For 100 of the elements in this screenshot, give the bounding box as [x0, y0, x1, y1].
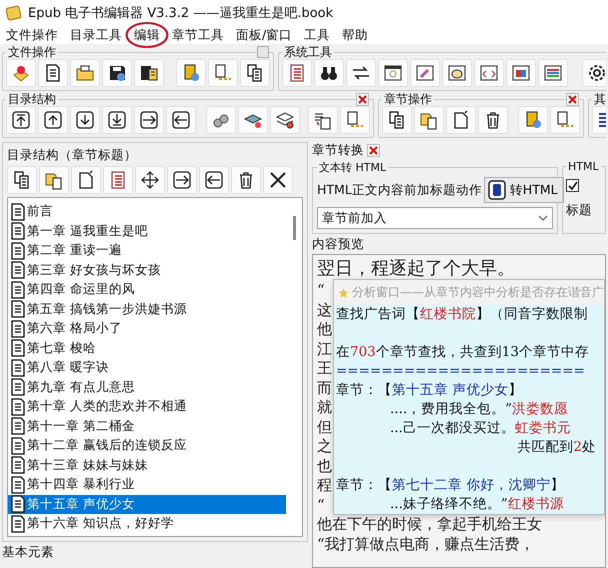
window-icon [511, 63, 531, 83]
code-window-button[interactable] [474, 59, 504, 87]
preview-text: 而 [317, 378, 332, 398]
new-page-button[interactable] [71, 166, 101, 194]
menu-item[interactable]: 帮助 [336, 26, 374, 44]
arrow-down-button[interactable] [70, 106, 100, 134]
result-text: ...妹子络绎不绝。”红楼书源 [389, 495, 565, 514]
toolbar-title: 其 [592, 93, 606, 106]
floppy-disk-button[interactable] [102, 59, 132, 87]
window-button[interactable] [506, 59, 536, 87]
code-window-icon [479, 63, 499, 83]
documents-button[interactable] [240, 59, 270, 87]
menu-item[interactable]: 工具 [298, 26, 336, 44]
list-document-button[interactable] [308, 106, 338, 134]
close-icon[interactable] [356, 93, 369, 106]
layers-button[interactable] [270, 106, 300, 134]
document-arrow-button[interactable] [550, 106, 580, 134]
result-text: 在703个章节查找，共查到13个章节中存 [336, 343, 590, 362]
group-title: 文本转 HTML [318, 160, 388, 175]
map-pin-button[interactable] [6, 59, 36, 87]
arrow-bottom-button[interactable] [102, 106, 132, 134]
menu-item[interactable]: 编辑 [128, 26, 166, 44]
chapter-item[interactable]: 第七章 梭哈 [8, 338, 286, 358]
chapter-item[interactable]: 第八章 暖字诀 [8, 358, 286, 378]
chapter-item[interactable]: 第一章 逼我重生是吧 [8, 222, 286, 241]
close-icon[interactable] [566, 93, 579, 106]
result-text: ...己一次都没买过。虹娄书元 [389, 419, 572, 438]
chapter-item[interactable]: 第二章 重读一遍 [8, 241, 286, 260]
folder-document-button[interactable] [414, 106, 444, 134]
chapter-item[interactable]: 第三章 好女孩与坏女孩 [8, 260, 286, 280]
documents-button[interactable] [7, 166, 37, 194]
scrollbar-thumb[interactable] [292, 216, 296, 240]
document-icon [10, 280, 26, 299]
window-title: 分析窗口——从章节内容中分析是否存在谐音广 [352, 284, 604, 301]
chapter-item[interactable]: 第十一章 第二桶金 [8, 416, 286, 436]
chapter-item[interactable]: 第十二章 赢钱后的连锁反应 [8, 436, 286, 456]
document-list-button[interactable] [103, 166, 133, 194]
document-list-button[interactable] [282, 59, 312, 87]
documents-button[interactable] [382, 106, 412, 134]
close-icon[interactable] [367, 144, 380, 156]
arrow-left-button[interactable] [166, 106, 196, 134]
checkmark-icon [568, 180, 578, 190]
field-label: 标题 [566, 202, 593, 218]
chapter-item[interactable]: 第十六章 知识点，好好学 [8, 514, 286, 534]
chapter-item[interactable]: 第十五章 声优少女 [8, 494, 286, 514]
new-page-button[interactable] [446, 106, 476, 134]
folder-button[interactable] [70, 59, 100, 87]
preview-text: 之 [317, 437, 332, 456]
chapter-item[interactable]: 第十四章 暴利行业 [8, 475, 286, 494]
swap-arrows-button[interactable] [346, 59, 376, 87]
preview-text: 但 [317, 418, 332, 437]
menu-item[interactable]: 目录工具 [64, 26, 128, 44]
arrow-left-icon [171, 110, 191, 130]
chapter-item[interactable]: 第四章 命运里的风 [8, 280, 286, 300]
settings-icon [587, 63, 606, 83]
trash-button[interactable] [231, 166, 261, 194]
preview-text: 他 [317, 320, 332, 340]
document-button[interactable] [38, 59, 68, 87]
arrow-up-button[interactable] [38, 106, 68, 134]
arrow-right-button[interactable] [134, 106, 164, 134]
chapter-item[interactable]: 第十三章 妹妹与妹妹 [8, 456, 286, 475]
layers-button[interactable] [238, 106, 268, 134]
arrow-right-button[interactable] [167, 166, 197, 194]
colored-lines-button[interactable] [538, 59, 568, 87]
panel-title: 目录结构（章节标题） [7, 147, 138, 163]
arrow-down-icon [75, 110, 95, 130]
document-icon [10, 456, 26, 474]
chapter-item[interactable]: 第九章 有点儿意思 [8, 378, 286, 397]
arrow-top-button[interactable] [6, 106, 36, 134]
checkbox[interactable] [566, 179, 579, 192]
chapter-item[interactable]: 第五章 搞钱第一步洪婕书源 [8, 300, 286, 319]
result-text: ====================== [336, 362, 586, 381]
chapter-item[interactable]: 前言 [8, 202, 286, 222]
document-arrow-button[interactable] [340, 106, 370, 134]
preview-text: “ [317, 496, 325, 515]
chapter-item[interactable]: 第六章 格局小了 [8, 319, 286, 338]
menu-item[interactable]: 文件操作 [0, 26, 64, 44]
folder-document-button[interactable] [39, 166, 69, 194]
toolbar-title: 目录结构 [6, 93, 58, 106]
binoculars-button[interactable] [314, 59, 344, 87]
floppy-disk-button[interactable] [134, 59, 164, 87]
map-pin-icon [11, 63, 31, 83]
action-dropdown[interactable]: 章节前加入 [317, 207, 553, 229]
result-text: 共匹配到2处 [516, 438, 597, 457]
toolbar-title: 文件操作 [6, 46, 58, 59]
document-arrow-icon [555, 110, 575, 130]
arrow-left-button[interactable] [199, 166, 229, 194]
document-icon [10, 358, 26, 377]
menu-item[interactable]: 章节工具 [166, 26, 230, 44]
result-text: 章节：【第七十二章 你好，沈卿宁】 [336, 476, 566, 495]
chapter-item[interactable]: 第十章 人类的悲欢并不相通 [8, 397, 286, 416]
menu-item[interactable]: 面板/窗口 [230, 26, 298, 44]
group-title: HTML [567, 160, 600, 173]
settings-button[interactable] [582, 59, 606, 87]
browser-window-button[interactable] [378, 59, 408, 87]
move-arrows-icon [140, 170, 160, 190]
document-arrow-button[interactable] [208, 59, 238, 87]
trash-button[interactable] [478, 106, 508, 134]
convert-html-button[interactable]: 转HTML [484, 177, 564, 203]
move-arrows-button[interactable] [135, 166, 165, 194]
